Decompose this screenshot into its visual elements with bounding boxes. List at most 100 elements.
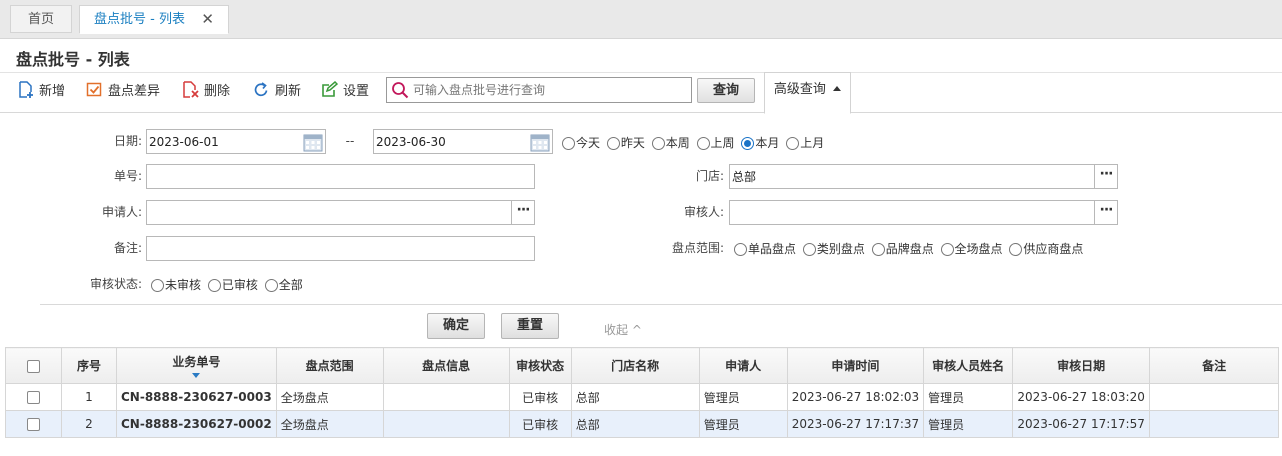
col-header-status: 审核状态 (508, 347, 572, 384)
radio-last-month[interactable]: 上月 (786, 134, 824, 151)
diff-button[interactable]: 盘点差异 (86, 81, 160, 101)
row-select-cell[interactable] (5, 410, 62, 438)
ellipsis-icon[interactable]: ··· (1094, 201, 1117, 224)
date-range-options: 今天 昨天 本周 上周 本月 上月 (562, 134, 827, 154)
delete-button[interactable]: 删除 (182, 81, 230, 101)
table-row[interactable]: 1 CN-8888-230627-0003 全场盘点 已审核 总部 管理员 20… (5, 383, 1280, 411)
collapse-toggle[interactable]: 收起 ^ (604, 321, 642, 338)
cell-store: 总部 (570, 410, 700, 438)
radio-brand[interactable]: 品牌盘点 (871, 240, 934, 257)
cell-order-number-link[interactable]: CN-8888-230627-0002 (116, 410, 277, 438)
cell-apply-time: 2023-06-27 18:02:03 (786, 383, 925, 411)
refresh-icon (254, 82, 268, 97)
col-header-review-date: 审核日期 (1012, 347, 1151, 384)
ellipsis-icon[interactable]: ··· (511, 201, 534, 224)
radio-this-week[interactable]: 本周 (651, 134, 690, 151)
radio-category[interactable]: 类别盘点 (802, 240, 865, 257)
date-separator: -- (345, 134, 355, 148)
scope-label: 盘点范围: (671, 241, 724, 255)
tab-strip: 首页 盘点批号 - 列表 ✕ (0, 0, 1282, 39)
cell-order-number-link[interactable]: CN-8888-230627-0003 (116, 383, 277, 411)
radio-yesterday[interactable]: 昨天 (606, 134, 645, 151)
close-icon[interactable]: ✕ (201, 6, 214, 33)
tab-home[interactable]: 首页 (10, 5, 72, 33)
cell-scope: 全场盘点 (275, 410, 384, 438)
cell-review-date: 2023-06-27 17:17:57 (1012, 410, 1151, 438)
cell-reviewer: 管理员 (923, 410, 1014, 438)
radio-single-item[interactable]: 单品盘点 (734, 240, 796, 257)
settings-button[interactable]: 设置 (321, 81, 369, 101)
radio-today[interactable]: 今天 (562, 134, 600, 151)
remark-input[interactable] (149, 239, 529, 258)
cell-remark (1149, 410, 1280, 438)
cell-apply-time: 2023-06-27 17:17:37 (786, 410, 925, 438)
col-header-remark: 备注 (1149, 347, 1280, 384)
add-icon (19, 81, 33, 98)
row-checkbox[interactable] (27, 418, 40, 431)
tab-inventory-batch-list[interactable]: 盘点批号 - 列表 ✕ (79, 5, 229, 34)
row-checkbox[interactable] (27, 391, 40, 404)
cell-remark (1149, 383, 1280, 411)
store-input[interactable] (732, 167, 1087, 186)
reviewer-input[interactable] (732, 203, 1087, 222)
remark-field[interactable] (146, 236, 535, 261)
applicant-field[interactable]: ··· (146, 200, 535, 225)
date-to-field[interactable] (373, 129, 553, 154)
tab-label: 盘点批号 - 列表 (94, 12, 185, 27)
table-row[interactable]: 2 CN-8888-230627-0002 全场盘点 已审核 总部 管理员 20… (5, 410, 1280, 438)
date-to-input[interactable] (376, 132, 526, 151)
order-number-field[interactable] (146, 164, 535, 189)
cell-review-date: 2023-06-27 18:03:20 (1012, 383, 1151, 411)
order-number-label: 单号: (113, 169, 142, 183)
add-button[interactable]: 新增 (17, 81, 65, 101)
store-label: 门店: (695, 169, 724, 183)
confirm-button[interactable]: 确定 (427, 313, 485, 339)
col-header-info: 盘点信息 (382, 347, 510, 384)
form-divider (40, 304, 1282, 305)
search-box (386, 77, 692, 103)
advanced-query-toggle[interactable]: 高级查询 (764, 72, 851, 114)
cell-info (382, 410, 510, 438)
radio-reviewed[interactable]: 已审核 (207, 276, 258, 293)
radio-all[interactable]: 全部 (264, 276, 303, 293)
row-select-cell[interactable] (5, 383, 62, 411)
radio-last-week[interactable]: 上周 (696, 134, 735, 151)
col-header-store: 门店名称 (570, 347, 700, 384)
reviewer-field[interactable]: ··· (729, 200, 1118, 225)
refresh-button[interactable]: 刷新 (253, 81, 301, 101)
radio-unreviewed[interactable]: 未审核 (151, 276, 201, 293)
scope-options: 单品盘点 类别盘点 品牌盘点 全场盘点 供应商盘点 (734, 240, 1086, 260)
search-input[interactable] (413, 80, 683, 100)
select-all-header[interactable] (5, 347, 62, 384)
toolbar: 新增 盘点差异 删除 刷新 设置 查询 高级查询 (0, 72, 1282, 114)
table-header-row: 序号 业务单号 盘点范围 盘点信息 审核状态 门店名称 申请人 申请时间 审核人… (5, 347, 1280, 384)
cell-store: 总部 (570, 383, 700, 411)
ellipsis-icon[interactable]: ··· (1094, 165, 1117, 188)
select-all-checkbox[interactable] (27, 359, 40, 373)
order-number-input[interactable] (149, 167, 529, 186)
search-icon (392, 82, 409, 99)
calendar-icon[interactable] (530, 132, 550, 152)
reviewer-label: 审核人: (683, 205, 724, 219)
sort-desc-icon[interactable] (192, 373, 201, 378)
radio-full-store[interactable]: 全场盘点 (940, 240, 1003, 257)
radio-this-month[interactable]: 本月 (741, 134, 779, 151)
date-from-field[interactable] (146, 129, 326, 154)
query-button[interactable]: 查询 (697, 78, 755, 103)
settings-icon (322, 81, 338, 97)
cell-scope: 全场盘点 (275, 383, 384, 411)
cell-index: 2 (61, 410, 117, 438)
applicant-input[interactable] (149, 203, 504, 222)
col-header-applicant: 申请人 (698, 347, 788, 384)
reset-button[interactable]: 重置 (501, 313, 559, 339)
col-header-apply-time: 申请时间 (786, 347, 925, 384)
cell-status: 已审核 (508, 383, 572, 411)
date-from-input[interactable] (149, 132, 299, 151)
col-header-order-number[interactable]: 业务单号 (116, 347, 277, 384)
caret-up-icon (833, 86, 842, 91)
calendar-icon[interactable] (303, 132, 323, 152)
radio-supplier[interactable]: 供应商盘点 (1009, 240, 1083, 257)
diff-label: 盘点差异 (108, 84, 161, 99)
col-header-scope: 盘点范围 (275, 347, 384, 384)
store-field[interactable]: ··· (729, 164, 1118, 189)
